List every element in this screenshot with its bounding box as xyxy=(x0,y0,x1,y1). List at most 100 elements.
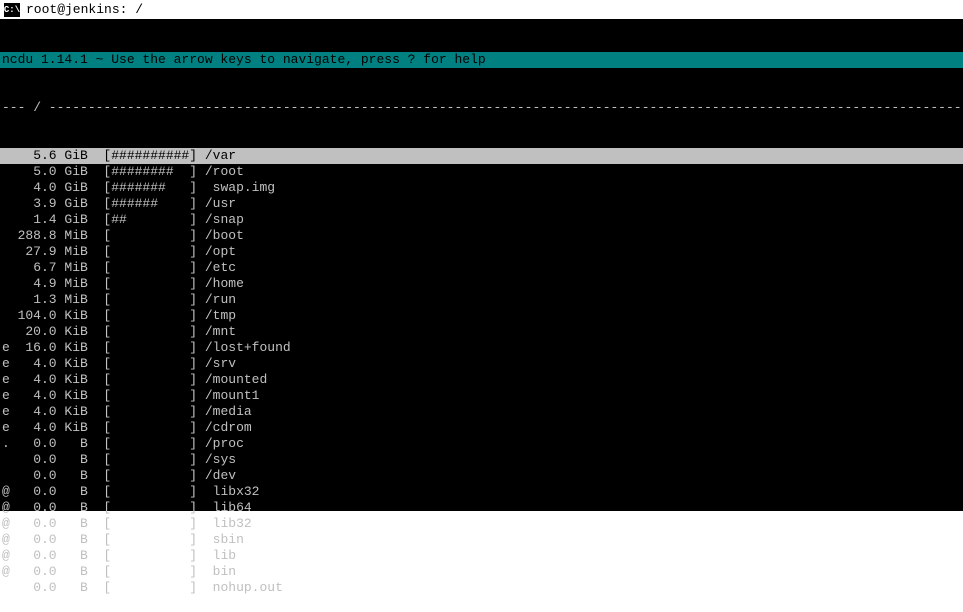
row-prefix: @ xyxy=(2,532,10,548)
row-prefix xyxy=(2,276,10,292)
list-item[interactable]: @0.0 B [ ] lib xyxy=(0,548,963,564)
window-title: root@jenkins: / xyxy=(26,2,143,17)
row-bar: [###### ] xyxy=(103,196,197,212)
row-name: /usr xyxy=(205,196,236,212)
list-item[interactable]: .0.0 B [ ] /proc xyxy=(0,436,963,452)
row-name: lib32 xyxy=(205,516,252,532)
row-prefix: @ xyxy=(2,500,10,516)
file-list[interactable]: 5.6 GiB [##########] /var 5.0 GiB [#####… xyxy=(0,148,963,596)
window-titlebar[interactable]: C:\ root@jenkins: / xyxy=(0,0,963,20)
list-item[interactable]: @0.0 B [ ] bin xyxy=(0,564,963,580)
row-unit: B xyxy=(64,436,95,452)
row-bar: [ ] xyxy=(103,276,197,292)
row-bar: [##########] xyxy=(103,148,197,164)
list-item[interactable]: 104.0 KiB [ ] /tmp xyxy=(0,308,963,324)
row-bar: [ ] xyxy=(103,228,197,244)
row-prefix xyxy=(2,180,10,196)
list-item[interactable]: 0.0 B [ ] /sys xyxy=(0,452,963,468)
row-unit: GiB xyxy=(64,164,95,180)
list-item[interactable]: 20.0 KiB [ ] /mnt xyxy=(0,324,963,340)
list-item[interactable]: 27.9 MiB [ ] /opt xyxy=(0,244,963,260)
list-item[interactable]: 5.0 GiB [######## ] /root xyxy=(0,164,963,180)
list-item[interactable]: e4.0 KiB [ ] /mounted xyxy=(0,372,963,388)
list-item[interactable]: 0.0 B [ ] /dev xyxy=(0,468,963,484)
list-item[interactable]: @0.0 B [ ] lib64 xyxy=(0,500,963,516)
row-unit: KiB xyxy=(64,388,95,404)
row-name: /opt xyxy=(205,244,236,260)
list-item[interactable]: e4.0 KiB [ ] /mount1 xyxy=(0,388,963,404)
row-bar: [ ] xyxy=(103,388,197,404)
row-prefix xyxy=(2,228,10,244)
row-size: 5.0 xyxy=(10,164,57,180)
row-size: 3.9 xyxy=(10,196,57,212)
row-bar: [ ] xyxy=(103,548,197,564)
row-name: /var xyxy=(205,148,236,164)
row-unit: MiB xyxy=(64,228,95,244)
list-item[interactable]: 4.9 MiB [ ] /home xyxy=(0,276,963,292)
row-size: 5.6 xyxy=(10,148,57,164)
row-name: /tmp xyxy=(205,308,236,324)
list-item[interactable]: 3.9 GiB [###### ] /usr xyxy=(0,196,963,212)
row-bar: [ ] xyxy=(103,244,197,260)
row-name: /root xyxy=(205,164,244,180)
terminal-content[interactable]: ncdu 1.14.1 ~ Use the arrow keys to navi… xyxy=(0,20,963,511)
list-item[interactable]: 6.7 MiB [ ] /etc xyxy=(0,260,963,276)
row-size: 20.0 xyxy=(10,324,57,340)
row-size: 0.0 xyxy=(10,436,57,452)
row-bar: [####### ] xyxy=(103,180,197,196)
row-size: 4.0 xyxy=(10,388,57,404)
row-name: /cdrom xyxy=(205,420,252,436)
row-unit: KiB xyxy=(64,356,95,372)
row-bar: [ ] xyxy=(103,532,197,548)
list-item[interactable]: 5.6 GiB [##########] /var xyxy=(0,148,963,164)
row-prefix xyxy=(2,308,10,324)
list-item[interactable]: e4.0 KiB [ ] /cdrom xyxy=(0,420,963,436)
row-bar: [ ] xyxy=(103,260,197,276)
row-name: /srv xyxy=(205,356,236,372)
row-size: 288.8 xyxy=(10,228,57,244)
row-prefix: e xyxy=(2,340,10,356)
list-item[interactable]: @0.0 B [ ] libx32 xyxy=(0,484,963,500)
row-size: 0.0 xyxy=(10,548,57,564)
list-item[interactable]: @0.0 B [ ] lib32 xyxy=(0,516,963,532)
list-item[interactable]: e16.0 KiB [ ] /lost+found xyxy=(0,340,963,356)
list-item[interactable]: 0.0 B [ ] nohup.out xyxy=(0,580,963,596)
row-prefix xyxy=(2,292,10,308)
row-name: nohup.out xyxy=(205,580,283,596)
row-unit: MiB xyxy=(64,292,95,308)
row-name: /mounted xyxy=(205,372,267,388)
row-bar: [ ] xyxy=(103,308,197,324)
row-prefix xyxy=(2,468,10,484)
list-item[interactable]: 1.3 MiB [ ] /run xyxy=(0,292,963,308)
row-size: 4.0 xyxy=(10,372,57,388)
row-size: 0.0 xyxy=(10,580,57,596)
list-item[interactable]: @0.0 B [ ] sbin xyxy=(0,532,963,548)
list-item[interactable]: e4.0 KiB [ ] /media xyxy=(0,404,963,420)
list-item[interactable]: 1.4 GiB [## ] /snap xyxy=(0,212,963,228)
row-name: /sys xyxy=(205,452,236,468)
row-name: lib64 xyxy=(205,500,252,516)
row-name: /boot xyxy=(205,228,244,244)
row-prefix: e xyxy=(2,372,10,388)
row-name: libx32 xyxy=(205,484,260,500)
row-size: 4.0 xyxy=(10,420,57,436)
row-unit: GiB xyxy=(64,180,95,196)
row-bar: [## ] xyxy=(103,212,197,228)
row-prefix: . xyxy=(2,436,10,452)
ncdu-header: ncdu 1.14.1 ~ Use the arrow keys to navi… xyxy=(0,52,963,68)
list-item[interactable]: e4.0 KiB [ ] /srv xyxy=(0,356,963,372)
row-unit: KiB xyxy=(64,340,95,356)
row-size: 0.0 xyxy=(10,516,57,532)
row-name: /snap xyxy=(205,212,244,228)
row-name: /mount1 xyxy=(205,388,260,404)
row-prefix xyxy=(2,148,10,164)
list-item[interactable]: 4.0 GiB [####### ] swap.img xyxy=(0,180,963,196)
row-size: 4.0 xyxy=(10,404,57,420)
row-size: 0.0 xyxy=(10,564,57,580)
row-unit: MiB xyxy=(64,244,95,260)
row-bar: [ ] xyxy=(103,484,197,500)
list-item[interactable]: 288.8 MiB [ ] /boot xyxy=(0,228,963,244)
row-unit: B xyxy=(64,484,95,500)
row-bar: [ ] xyxy=(103,292,197,308)
row-bar: [ ] xyxy=(103,516,197,532)
